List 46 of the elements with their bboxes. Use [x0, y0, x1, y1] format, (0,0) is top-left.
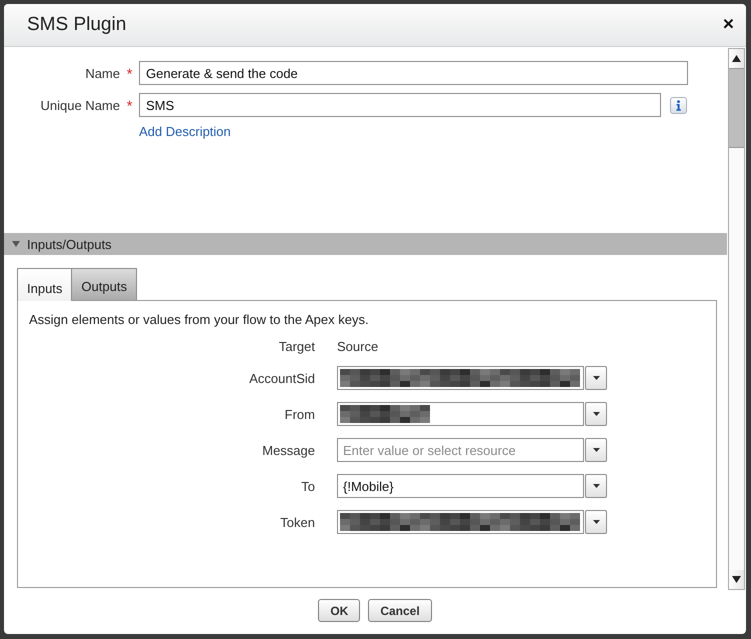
required-mark: *	[126, 96, 134, 114]
scrollbar-thumb[interactable]	[729, 68, 744, 148]
field-label: Unique Name	[40, 98, 120, 112]
source-field[interactable]	[337, 402, 584, 426]
tab[interactable]: Inputs	[17, 268, 72, 301]
target-label: Message	[261, 442, 315, 458]
caret-icon	[592, 412, 600, 416]
add-description-link[interactable]: Add Description	[139, 124, 231, 139]
scroll-down-button[interactable]	[729, 570, 744, 589]
scroll-up-button[interactable]	[729, 49, 744, 68]
dropdown-button[interactable]	[585, 402, 607, 426]
source-field[interactable]: {!Mobile}	[337, 474, 584, 498]
panel-description: Assign elements or values from your flow to the Apex keys.	[28, 312, 370, 328]
target-label: Token	[279, 514, 315, 530]
target-label: To	[300, 478, 315, 494]
dropdown-button[interactable]	[585, 438, 607, 462]
dropdown-button[interactable]	[585, 474, 607, 498]
caret-icon	[592, 376, 600, 380]
collapse-triangle-icon[interactable]	[12, 240, 20, 248]
caret-icon	[592, 448, 600, 452]
dropdown-button[interactable]	[585, 510, 607, 534]
target-label: AccountSid	[248, 370, 315, 386]
ok-button[interactable]: OK	[318, 599, 360, 622]
column-header: Target	[278, 339, 315, 355]
up-triangle-icon	[732, 55, 741, 62]
caret-icon	[592, 520, 600, 524]
caret-icon	[592, 484, 600, 488]
section-title: Inputs/Outputs	[27, 236, 112, 252]
section-header[interactable]: Inputs/Outputs	[4, 233, 727, 255]
tab[interactable]: Outputs	[71, 268, 137, 300]
window-title: SMS Plugin	[27, 14, 126, 36]
required-mark: *	[126, 64, 134, 82]
scrollbar[interactable]	[728, 48, 745, 590]
column-header: Source	[337, 339, 380, 355]
field-label: Name	[84, 66, 120, 80]
target-label: From	[284, 406, 315, 422]
text-field[interactable]: SMS	[139, 93, 661, 117]
dropdown-button[interactable]	[585, 366, 607, 390]
text-field[interactable]: Generate & send the code	[139, 61, 688, 85]
close-button[interactable]: ×	[720, 15, 736, 35]
source-field[interactable]	[337, 366, 584, 390]
down-triangle-icon	[732, 576, 741, 583]
cancel-button[interactable]: Cancel	[368, 599, 432, 622]
source-field[interactable]	[337, 510, 584, 534]
source-field[interactable]: Enter value or select resource	[337, 438, 584, 462]
info-icon[interactable]	[670, 96, 687, 114]
